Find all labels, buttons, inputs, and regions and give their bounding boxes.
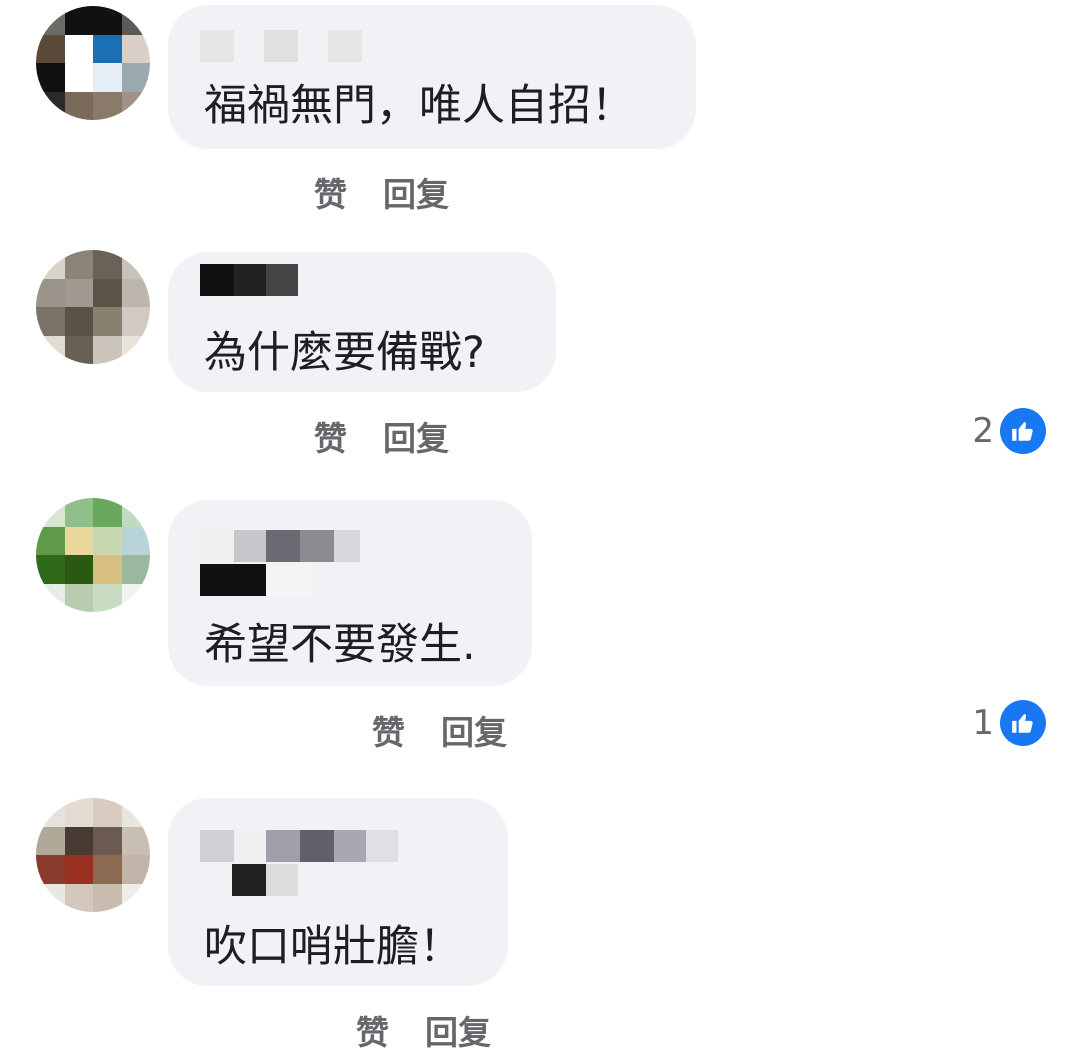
comment-actions: 赞 回复 xyxy=(314,412,449,460)
avatar[interactable] xyxy=(36,798,150,912)
reaction-summary[interactable]: 1 xyxy=(972,700,1046,746)
reaction-summary[interactable]: 2 xyxy=(972,408,1046,454)
author-name-redacted[interactable] xyxy=(200,30,362,62)
like-button[interactable]: 赞 xyxy=(314,168,347,216)
reply-button[interactable]: 回复 xyxy=(425,1006,491,1054)
author-name-redacted-line2[interactable] xyxy=(200,564,314,596)
avatar[interactable] xyxy=(36,6,150,120)
like-button[interactable]: 赞 xyxy=(314,412,347,460)
like-button[interactable]: 赞 xyxy=(372,706,405,754)
comment-bubble: 為什麼要備戰? xyxy=(168,252,556,392)
reply-button[interactable]: 回复 xyxy=(441,706,507,754)
comment-actions: 赞 回复 xyxy=(356,1006,491,1054)
comment-bubble: 福禍無門，唯人自招！ xyxy=(168,5,696,149)
like-thumb-icon xyxy=(1000,700,1046,746)
author-name-redacted[interactable] xyxy=(200,530,360,562)
comment-text: 福禍無門，唯人自招！ xyxy=(204,81,634,131)
reaction-count: 1 xyxy=(972,703,994,743)
reply-button[interactable]: 回复 xyxy=(383,168,449,216)
author-name-redacted[interactable] xyxy=(200,264,298,296)
comment-text: 為什麼要備戰? xyxy=(204,328,485,378)
like-thumb-icon xyxy=(1000,408,1046,454)
avatar[interactable] xyxy=(36,498,150,612)
comment-bubble: 希望不要發生. xyxy=(168,500,532,686)
comment-actions: 赞 回复 xyxy=(314,168,449,216)
comment-text: 希望不要發生. xyxy=(204,620,476,670)
reply-button[interactable]: 回复 xyxy=(383,412,449,460)
comment-actions: 赞 回复 xyxy=(372,706,507,754)
author-name-redacted[interactable] xyxy=(200,830,398,862)
comment-bubble: 吹口哨壯膽！ xyxy=(168,798,508,986)
like-button[interactable]: 赞 xyxy=(356,1006,389,1054)
reaction-count: 2 xyxy=(972,411,994,451)
comment-text: 吹口哨壯膽！ xyxy=(204,922,462,972)
author-name-redacted-line2[interactable] xyxy=(232,864,298,896)
avatar[interactable] xyxy=(36,250,150,364)
